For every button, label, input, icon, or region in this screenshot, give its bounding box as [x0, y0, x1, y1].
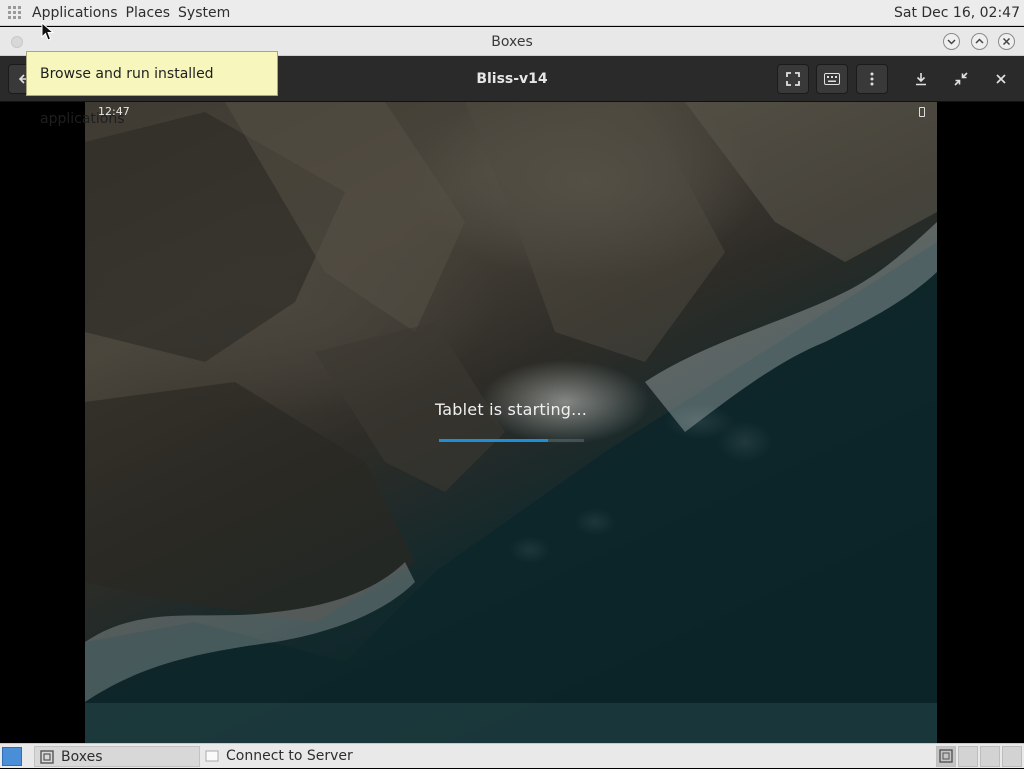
workspace-3[interactable]	[980, 746, 1000, 767]
show-desktop-button[interactable]	[2, 747, 22, 766]
top-panel: Applications Places System Sat Dec 16, 0…	[0, 0, 1024, 26]
boot-progress-fill	[439, 439, 548, 442]
keyboard-icon	[824, 73, 840, 85]
more-options-button[interactable]	[856, 64, 888, 94]
task-boxes-label: Boxes	[61, 749, 103, 765]
keyboard-button[interactable]	[816, 64, 848, 94]
fullscreen-icon	[786, 72, 800, 86]
folder-icon	[205, 750, 219, 762]
chevron-up-icon	[975, 38, 984, 44]
kebab-menu-icon	[870, 72, 874, 86]
download-button[interactable]	[905, 64, 937, 94]
bottom-taskbar: Boxes Connect to Server	[0, 743, 1024, 768]
task-connect-to-server[interactable]: Connect to Server	[200, 746, 400, 767]
restore-icon	[954, 72, 968, 86]
android-nav-bar	[85, 703, 937, 743]
download-icon	[916, 73, 926, 86]
menu-system[interactable]: System	[174, 0, 234, 26]
window-close-button[interactable]	[998, 33, 1015, 50]
battery-icon	[919, 107, 925, 117]
menu-places[interactable]: Places	[122, 0, 175, 26]
boot-progress-bar	[439, 439, 584, 442]
workspace-2[interactable]	[958, 746, 978, 767]
mouse-pointer-icon	[41, 22, 55, 41]
boot-status-text: Tablet is starting...	[434, 400, 588, 419]
workspace-4[interactable]	[1002, 746, 1022, 767]
boxes-icon	[939, 749, 953, 763]
task-boxes[interactable]: Boxes	[34, 746, 200, 767]
fullscreen-button[interactable]	[777, 64, 809, 94]
applications-tooltip: Browse and run installed applications	[26, 51, 278, 127]
workspace-1[interactable]	[936, 746, 956, 767]
minimize-button[interactable]	[943, 33, 960, 50]
unfullscreen-button[interactable]	[945, 64, 977, 94]
maximize-button[interactable]	[971, 33, 988, 50]
close-icon	[1002, 37, 1011, 46]
panel-clock[interactable]: Sat Dec 16, 02:47	[894, 0, 1020, 26]
task-connect-label: Connect to Server	[226, 748, 353, 764]
chevron-down-icon	[947, 39, 956, 45]
boxes-icon	[40, 750, 54, 764]
close-icon	[996, 74, 1006, 84]
close-vm-button[interactable]	[985, 64, 1017, 94]
vm-display[interactable]: 12:47 Tablet is starting...	[85, 102, 937, 743]
applications-grid-icon[interactable]	[8, 5, 22, 20]
wallpaper-landscape	[85, 102, 937, 743]
